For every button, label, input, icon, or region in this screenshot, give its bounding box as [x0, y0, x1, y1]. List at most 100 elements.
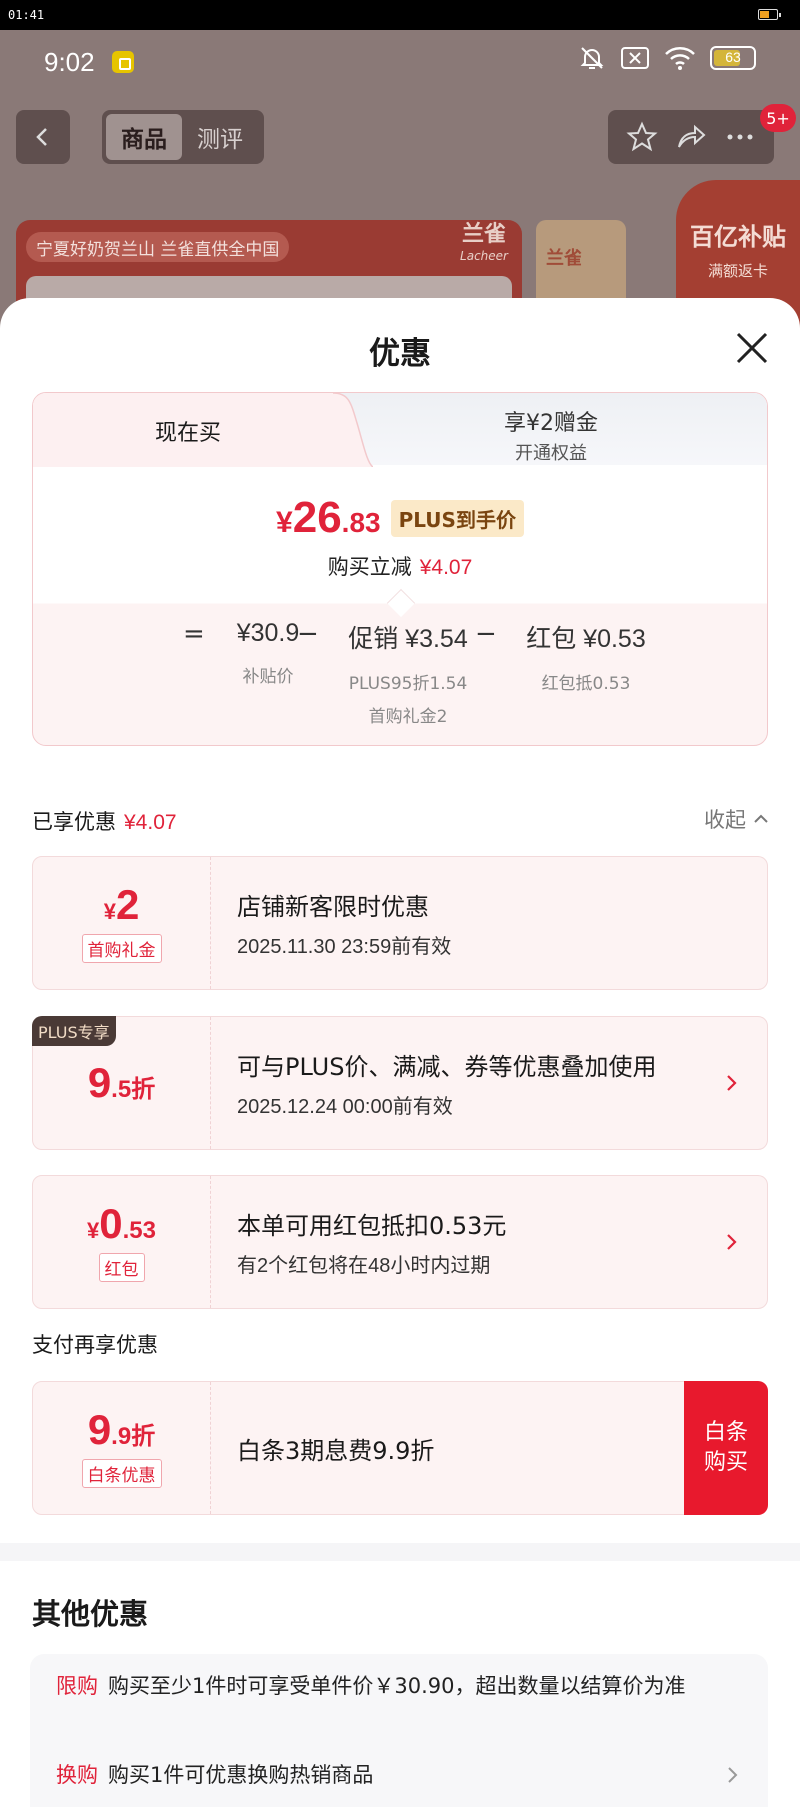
plus-exclusive-label: PLUS专享 — [32, 1016, 116, 1046]
phone-status-icons: 63 — [578, 44, 756, 72]
exchange-text: 购买1件可优惠换购热销商品 — [108, 1763, 374, 1787]
coupon-title: 本单可用红包抵扣0.53元 — [237, 1212, 507, 1240]
coupon-value-area: ¥2 首购礼金 — [33, 857, 211, 989]
tab-plus-benefit-subtitle: 开通权益 — [515, 443, 587, 464]
enjoyed-value: ¥4.07 — [124, 811, 177, 834]
message-badge: 5+ — [760, 104, 796, 132]
promo-subtitle: 满额返卡 — [707, 262, 768, 281]
tab-product[interactable]: 商品 — [106, 114, 182, 160]
banner-slogan: 宁夏好奶贺兰山 兰雀直供全中国 — [26, 232, 290, 262]
coupon-title: 白条3期息费9.9折 — [237, 1436, 435, 1465]
chevron-left-icon — [36, 128, 47, 146]
exchange-tag: 换购 — [56, 1763, 98, 1787]
coupon-currency: ¥ — [103, 898, 116, 924]
coupon-amount: 0 — [99, 1199, 123, 1247]
promotion-detail-plus: PLUS95折1.54 — [348, 674, 468, 694]
battery-level-text: 63 — [725, 49, 741, 65]
minus-sign: − — [297, 619, 319, 649]
discount-integer: 9 — [87, 1059, 112, 1106]
back-button[interactable] — [16, 110, 70, 164]
baitiao-button-line1: 白条 — [703, 1420, 748, 1446]
collapse-button[interactable]: 收起 — [704, 804, 770, 834]
tab-review[interactable]: 测评 — [182, 114, 258, 160]
share-icon[interactable] — [675, 121, 707, 153]
sheet-title: 优惠 — [369, 336, 431, 372]
saving-value: ¥4.07 — [419, 556, 473, 579]
close-icon[interactable] — [732, 328, 772, 368]
price-integer: 26 — [292, 493, 342, 542]
coupon-validity: 2025.11.30 23:59前有效 — [237, 936, 452, 958]
discount-sheet: 优惠 享¥2赠金 开通权益 现在买 ¥26.83 PLUS到手价 购买立减 ¥4.… — [0, 298, 800, 1807]
app-notification-icon — [112, 51, 134, 73]
coupon-type-tag: 红包 — [98, 1252, 145, 1282]
collapse-label: 收起 — [704, 808, 746, 832]
base-price-label: 补贴价 — [242, 667, 294, 687]
thumbnail-brand: 兰雀 — [546, 248, 582, 269]
coupon-body: 白条3期息费9.9折 — [237, 1382, 707, 1514]
redpack-detail: 红包抵0.53 — [541, 674, 631, 694]
phone-clock: 9:02 — [44, 47, 95, 77]
coupon-body: 本单可用红包抵扣0.53元 有2个红包将在48小时内过期 — [237, 1176, 707, 1308]
product-nav-bar: 商品 测评 5+ — [0, 104, 800, 166]
promotion-amount: 促销 ¥3.54 — [348, 625, 468, 653]
coupon-value-area: 9.9折 白条优惠 — [33, 1382, 211, 1514]
other-discounts-title: 其他优惠 — [32, 1597, 149, 1631]
promotion-detail-gift: 首购礼金2 — [368, 707, 448, 727]
saving-label: 购买立减 — [327, 555, 412, 579]
coupon-body: 可与PLUS价、满减、券等优惠叠加使用 2025.12.24 00:00前有效 — [237, 1017, 707, 1149]
coupon-redpack[interactable]: ¥0.53 红包 本单可用红包抵扣0.53元 有2个红包将在48小时内过期 — [32, 1175, 768, 1309]
coupon-body: 店铺新客限时优惠 2025.11.30 23:59前有效 — [237, 857, 707, 989]
other-discounts-box: 限购 购买至少1件时可享受单件价￥30.90，超出数量以结算价为准 换购 购买1件可… — [30, 1654, 768, 1807]
coupon-currency: ¥ — [87, 1217, 100, 1243]
chevron-up-icon — [754, 814, 768, 823]
brand-name-en: Lacheer — [460, 249, 508, 263]
purchase-limit-tag: 限购 — [56, 1674, 98, 1698]
breakdown-promotion: 促销 ¥3.54 PLUS95折1.54 首购礼金2 — [323, 619, 493, 727]
card-notch — [386, 588, 416, 618]
coupon-expiry-note: 有2个红包将在48小时内过期 — [237, 1255, 491, 1277]
coupon-amount-decimal: .53 — [122, 1216, 156, 1244]
coupon-value-area: ¥0.53 红包 — [33, 1176, 211, 1308]
payment-discount-heading: 支付再享优惠 — [32, 1333, 158, 1357]
price-decimal: .83 — [341, 507, 381, 538]
tab-buy-now[interactable]: 现在买 — [33, 415, 343, 447]
os-status-bar: 01:41 — [0, 0, 800, 30]
baitiao-button-label: 白条 购买 — [704, 1418, 748, 1477]
enjoyed-discount: 已享优惠 ¥4.07 — [32, 806, 177, 836]
coupon-value: ¥2 — [103, 880, 140, 928]
coupon-value: 9.9折 — [88, 1408, 156, 1451]
discount-unit: 折 — [131, 1075, 156, 1103]
baitiao-button-line2: 购买 — [703, 1450, 748, 1475]
os-battery-icon — [758, 9, 781, 20]
baitiao-buy-button[interactable]: 白条 购买 — [684, 1381, 768, 1515]
os-clock: 01:41 — [8, 8, 45, 22]
price-saving: 购买立减 ¥4.07 — [33, 551, 767, 581]
coupon-plus-discount[interactable]: 9.5折 PLUS专享 可与PLUS价、满减、券等优惠叠加使用 2025.12.… — [32, 1016, 768, 1150]
price-card: 享¥2赠金 开通权益 现在买 ¥26.83 PLUS到手价 购买立减 ¥4.07 … — [32, 392, 768, 746]
coupon-title: 可与PLUS价、满减、券等优惠叠加使用 — [237, 1053, 657, 1081]
phone-screen: 9:02 63 商品 测评 5+ 宁夏好奶贺兰山 兰雀直供全中国 兰雀 Lach… — [0, 30, 800, 1807]
tab-plus-benefit[interactable]: 享¥2赠金 开通权益 — [333, 393, 767, 465]
breakdown-redpack: 红包 ¥0.53 红包抵0.53 — [501, 619, 671, 694]
price-breakdown: = ¥30.9 补贴价 − 促销 ¥3.54 PLUS95折1.54 首购礼金2… — [33, 619, 767, 739]
final-price: ¥26.83 PLUS到手价 — [33, 493, 767, 543]
tab-plus-benefit-title: 享¥2赠金 — [504, 411, 598, 436]
star-icon[interactable] — [626, 121, 658, 153]
other-discount-exchange[interactable]: 换购 购买1件可优惠换购热销商品 — [56, 1759, 744, 1792]
discount-decimal: .5 — [111, 1076, 132, 1103]
discount-unit: 折 — [131, 1421, 156, 1450]
sim-off-icon — [621, 47, 649, 69]
brand-name: 兰雀 — [462, 222, 507, 247]
chevron-right-icon — [727, 1075, 737, 1091]
price-currency: ¥ — [276, 506, 293, 539]
promo-title: 百亿补贴 — [690, 223, 786, 251]
coupon-type-tag: 首购礼金 — [81, 933, 162, 963]
redpack-amount: 红包 ¥0.53 — [526, 625, 646, 653]
more-icon[interactable] — [724, 121, 756, 153]
battery-icon: 63 — [710, 46, 756, 70]
coupon-title: 店铺新客限时优惠 — [237, 893, 429, 921]
coupon-amount: 2 — [115, 880, 140, 928]
brand-logo: 兰雀 Lacheer — [460, 222, 508, 263]
bell-muted-icon — [580, 47, 604, 69]
chevron-right-icon — [727, 1234, 737, 1250]
